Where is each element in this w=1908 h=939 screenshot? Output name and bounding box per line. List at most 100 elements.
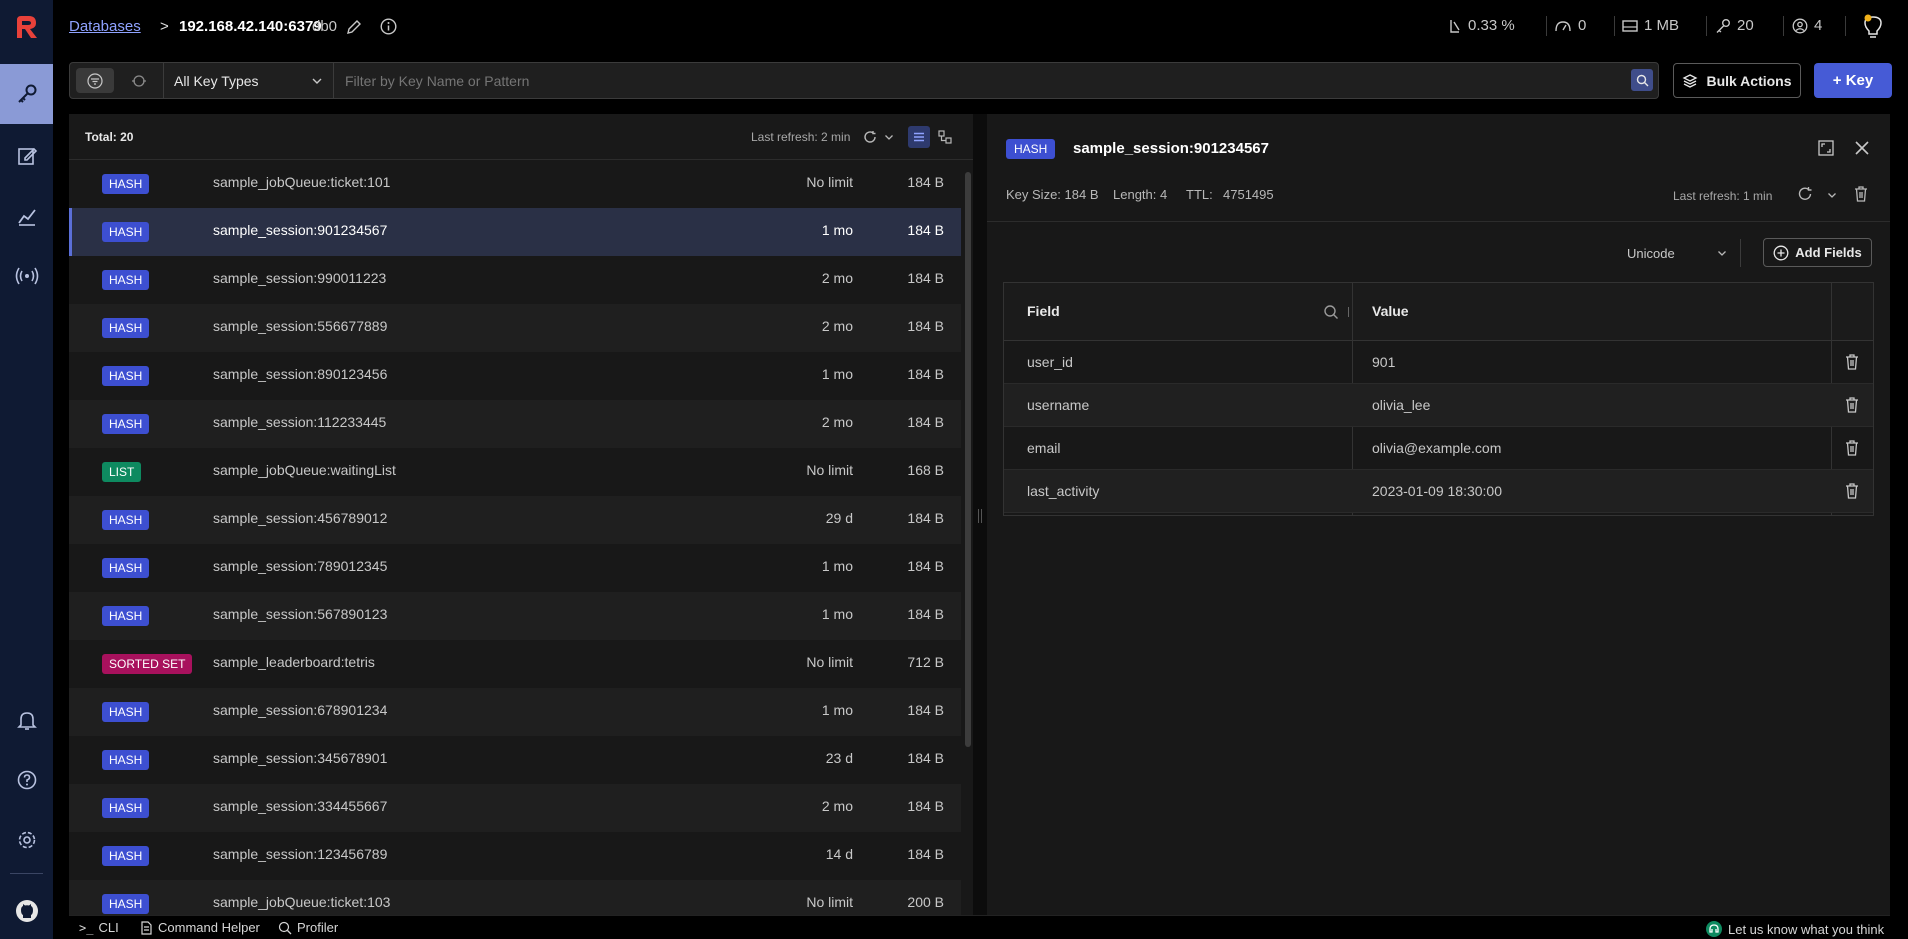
nav-analysis[interactable] [0,186,53,246]
format-select[interactable]: Unicode [1627,239,1727,267]
column-header-value: Value [1372,303,1409,319]
key-type-badge: HASH [102,846,150,866]
broadcast-icon [15,267,38,285]
lightbulb-icon[interactable] [1862,13,1884,39]
refresh-icon[interactable] [1797,186,1813,202]
key-type-badge: HASH [102,222,150,242]
nav-browser[interactable] [0,64,53,124]
nav-pubsub[interactable] [0,246,53,306]
key-row[interactable]: LIST sample_jobQueue:waitingList No limit 1… [69,448,961,496]
key-name: sample_session:112233445 [213,414,387,430]
key-row[interactable]: HASH sample_session:123456789 14 d 184 B [69,832,961,880]
ttl-value[interactable]: 4751495 [1223,187,1274,202]
keys-value: 20 [1737,17,1754,34]
add-fields-button[interactable]: Add Fields [1763,238,1872,267]
key-filter-input[interactable] [345,66,1675,95]
key-row[interactable]: HASH sample_session:990011223 2 mo 184 B [69,256,961,304]
info-icon[interactable] [380,18,397,35]
tree-view-icon[interactable] [938,130,952,144]
field-value[interactable]: 2023-01-09 18:30:00 [1372,483,1502,499]
key-row[interactable]: SORTED SET sample_leaderboard:tetris No li… [69,640,961,688]
trash-icon[interactable] [1844,482,1860,500]
search-button[interactable] [1631,69,1653,91]
key-details-panel: HASH sample_session:901234567 Key Size: … [987,114,1890,915]
key-row[interactable]: HASH sample_session:112233445 2 mo 184 B [69,400,961,448]
add-key-button[interactable]: + Key [1814,63,1892,98]
key-size: 184 B [907,174,944,190]
key-row[interactable]: HASH sample_session:456789012 29 d 184 B [69,496,961,544]
nav-notifications[interactable] [0,690,53,750]
key-size: 184 B [907,798,944,814]
profiler-label: Profiler [297,920,339,935]
nav-help[interactable] [0,750,53,810]
feedback-link[interactable]: Let us know what you think [1705,920,1884,938]
close-icon[interactable] [1853,139,1871,157]
fullscreen-icon[interactable] [1817,139,1835,157]
panel-resizer[interactable] [973,114,987,915]
feedback-label: Let us know what you think [1728,921,1885,937]
key-row[interactable]: HASH sample_session:678901234 1 mo 184 B [69,688,961,736]
key-ttl: 1 mo [821,702,853,718]
command-helper-button[interactable]: Command Helper [140,920,260,935]
memory-icon [1622,19,1638,32]
key-row[interactable]: HASH sample_session:890123456 1 mo 184 B [69,352,961,400]
nav-workbench[interactable] [0,126,53,186]
search-mode-button[interactable] [122,68,156,93]
key-row[interactable]: HASH sample_session:556677889 2 mo 184 B [69,304,961,352]
key-type-badge: HASH [102,894,150,914]
key-ttl: 1 mo [821,558,853,574]
key-row[interactable]: HASH sample_jobQueue:ticket:101 No limit 18… [69,160,961,208]
key-ttl: 1 mo [821,222,853,238]
key-row[interactable]: HASH sample_session:789012345 1 mo 184 B [69,544,961,592]
field-row: last_activity 2023-01-09 18:30:00 [1004,470,1873,513]
nav-settings[interactable] [0,810,53,870]
stat-separator [1546,16,1547,36]
key-type-badge: HASH [102,318,150,338]
trash-icon[interactable] [1853,185,1869,203]
profiler-button[interactable]: Profiler [278,920,338,935]
key-row[interactable]: HASH sample_session:345678901 23 d 184 B [69,736,961,784]
key-ttl: 14 d [825,846,853,862]
key-name: sample_session:345678901 [213,750,388,766]
databases-link[interactable]: Databases [69,18,141,35]
pencil-icon[interactable] [346,19,362,35]
key-row[interactable]: HASH sample_session:901234567 1 mo 184 B [69,208,961,256]
key-row[interactable]: HASH sample_session:567890123 1 mo 184 B [69,592,961,640]
field-value[interactable]: 901 [1372,354,1395,370]
trash-icon[interactable] [1844,439,1860,457]
cli-button[interactable]: >_ CLI [79,920,119,935]
field-value[interactable]: olivia@example.com [1372,440,1501,456]
key-row[interactable]: HASH sample_jobQueue:ticket:103 No limit 20… [69,880,961,915]
sidebar-divider [10,873,43,874]
field-row: email olivia@example.com [1004,427,1873,470]
key-size: 184 B [907,414,944,430]
nav-github[interactable] [0,882,53,939]
trash-icon[interactable] [1844,396,1860,414]
field-value[interactable]: olivia_lee [1372,397,1430,413]
key-type-badge: HASH [102,750,150,770]
chevron-down-icon[interactable] [884,134,894,141]
key-details-header: HASH sample_session:901234567 Key Size: … [987,114,1890,222]
filter-mode-button[interactable] [76,68,114,93]
memory-value: 1 MB [1644,17,1680,34]
list-view-button[interactable] [908,126,930,148]
redis-logo[interactable] [0,0,53,54]
bulk-actions-button[interactable]: Bulk Actions [1673,63,1801,98]
refresh-icon[interactable] [863,130,877,144]
toolbar-divider [1740,239,1741,267]
chevron-down-icon[interactable] [1827,192,1837,199]
key-list-scrollbar[interactable] [965,172,971,747]
key-type-select[interactable]: All Key Types [164,63,333,98]
field-row: username olivia_lee [1004,384,1873,427]
trash-icon[interactable] [1844,353,1860,371]
key-type-badge: HASH [102,174,150,194]
key-row[interactable]: HASH sample_session:334455667 2 mo 184 B [69,784,961,832]
key-type-badge: HASH [102,414,150,434]
key-name[interactable]: sample_session:901234567 [1073,140,1269,157]
stat-separator [1614,16,1615,36]
gear-icon [18,831,35,849]
column-header-field: Field [1027,303,1060,319]
layers-icon [1683,73,1698,88]
search-icon[interactable] [1323,304,1339,320]
resize-handle[interactable] [978,509,982,523]
